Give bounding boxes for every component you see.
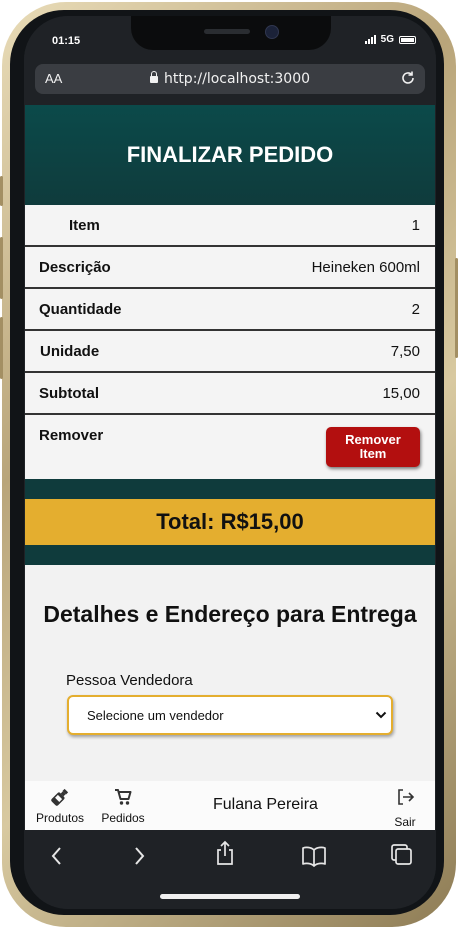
- order-row-description: Descrição Heineken 600ml: [25, 247, 435, 289]
- details-title: Detalhes e Endereço para Entrega: [43, 601, 417, 627]
- signal-icon: [364, 35, 376, 44]
- battery-icon: [399, 35, 416, 44]
- home-indicator[interactable]: [160, 894, 300, 899]
- logout-button[interactable]: Sair: [389, 787, 421, 829]
- page-title: FINALIZAR PEDIDO: [126, 142, 334, 167]
- screen: 01:15 5G AA http://localhost:3000 FINALI…: [24, 16, 436, 909]
- order-row-item: Item 1: [25, 205, 435, 247]
- bottle-icon: [51, 788, 69, 806]
- back-icon[interactable]: [48, 845, 66, 867]
- logout-icon: [398, 789, 415, 805]
- seller-label: Pessoa Vendedora: [66, 672, 193, 689]
- forward-icon[interactable]: [130, 845, 148, 867]
- volume-up-button: [0, 237, 3, 299]
- order-total: Total: R$15,00: [25, 499, 435, 545]
- row-label: Quantidade: [39, 300, 122, 318]
- order-row-unit-price: Unidade 7,50: [25, 331, 435, 373]
- volume-down-button: [0, 317, 3, 379]
- network-type: 5G: [380, 34, 394, 45]
- notch: [131, 16, 331, 50]
- order-row-subtotal: Subtotal 15,00: [25, 373, 435, 415]
- share-icon[interactable]: [213, 840, 237, 866]
- total-section: Total: R$15,00: [25, 479, 435, 565]
- seller-select[interactable]: Selecione um vendedor: [67, 695, 393, 735]
- row-value: 1: [411, 216, 420, 234]
- remove-item-button[interactable]: Remover Item: [326, 427, 420, 467]
- row-label: Descrição: [39, 258, 111, 276]
- order-row-quantity: Quantidade 2: [25, 289, 435, 331]
- row-label: Item: [69, 216, 100, 234]
- reload-icon[interactable]: [400, 70, 416, 86]
- browser-toolbar: [24, 830, 436, 909]
- row-label: Unidade: [40, 342, 100, 360]
- user-name: Fulana Pereira: [213, 796, 318, 813]
- url-display[interactable]: http://localhost:3000: [35, 71, 425, 87]
- seller-select-value: Selecione um vendedor: [87, 707, 224, 723]
- url-text: http://localhost:3000: [163, 71, 311, 87]
- row-value: Heineken 600ml: [311, 258, 420, 276]
- address-bar[interactable]: AA http://localhost:3000: [35, 64, 425, 94]
- tabs-icon[interactable]: [390, 843, 414, 867]
- row-label: Remover: [39, 427, 104, 444]
- page-content: FINALIZAR PEDIDO Item 1 Descrição Heinek…: [25, 105, 435, 781]
- order-row-remove: Remover Remover Item: [25, 415, 435, 479]
- row-value: 2: [411, 300, 420, 318]
- lock-icon: [149, 71, 158, 83]
- nav-products[interactable]: Produtos: [34, 787, 86, 825]
- row-value: 15,00: [382, 384, 420, 402]
- delivery-details-section: Detalhes e Endereço para Entrega Pessoa …: [25, 565, 435, 735]
- bookmarks-icon[interactable]: [301, 845, 327, 867]
- status-time: 01:15: [52, 35, 81, 47]
- nav-orders[interactable]: Pedidos: [100, 787, 146, 825]
- row-value: 7,50: [390, 342, 420, 360]
- row-label: Subtotal: [39, 384, 99, 402]
- nav-orders-label: Pedidos: [101, 811, 145, 825]
- speaker: [204, 29, 250, 34]
- page-header: FINALIZAR PEDIDO: [25, 105, 435, 205]
- logout-label: Sair: [394, 815, 416, 829]
- status-bar: 01:15 5G: [24, 16, 436, 66]
- chevron-down-icon: [375, 711, 387, 719]
- nav-products-label: Produtos: [35, 811, 85, 825]
- status-indicators: 5G: [364, 34, 416, 45]
- front-camera: [265, 25, 279, 39]
- app-navbar: Produtos Pedidos Fulana Pereira Sair: [25, 781, 435, 830]
- mute-switch: [0, 176, 3, 206]
- cart-icon: [115, 789, 132, 805]
